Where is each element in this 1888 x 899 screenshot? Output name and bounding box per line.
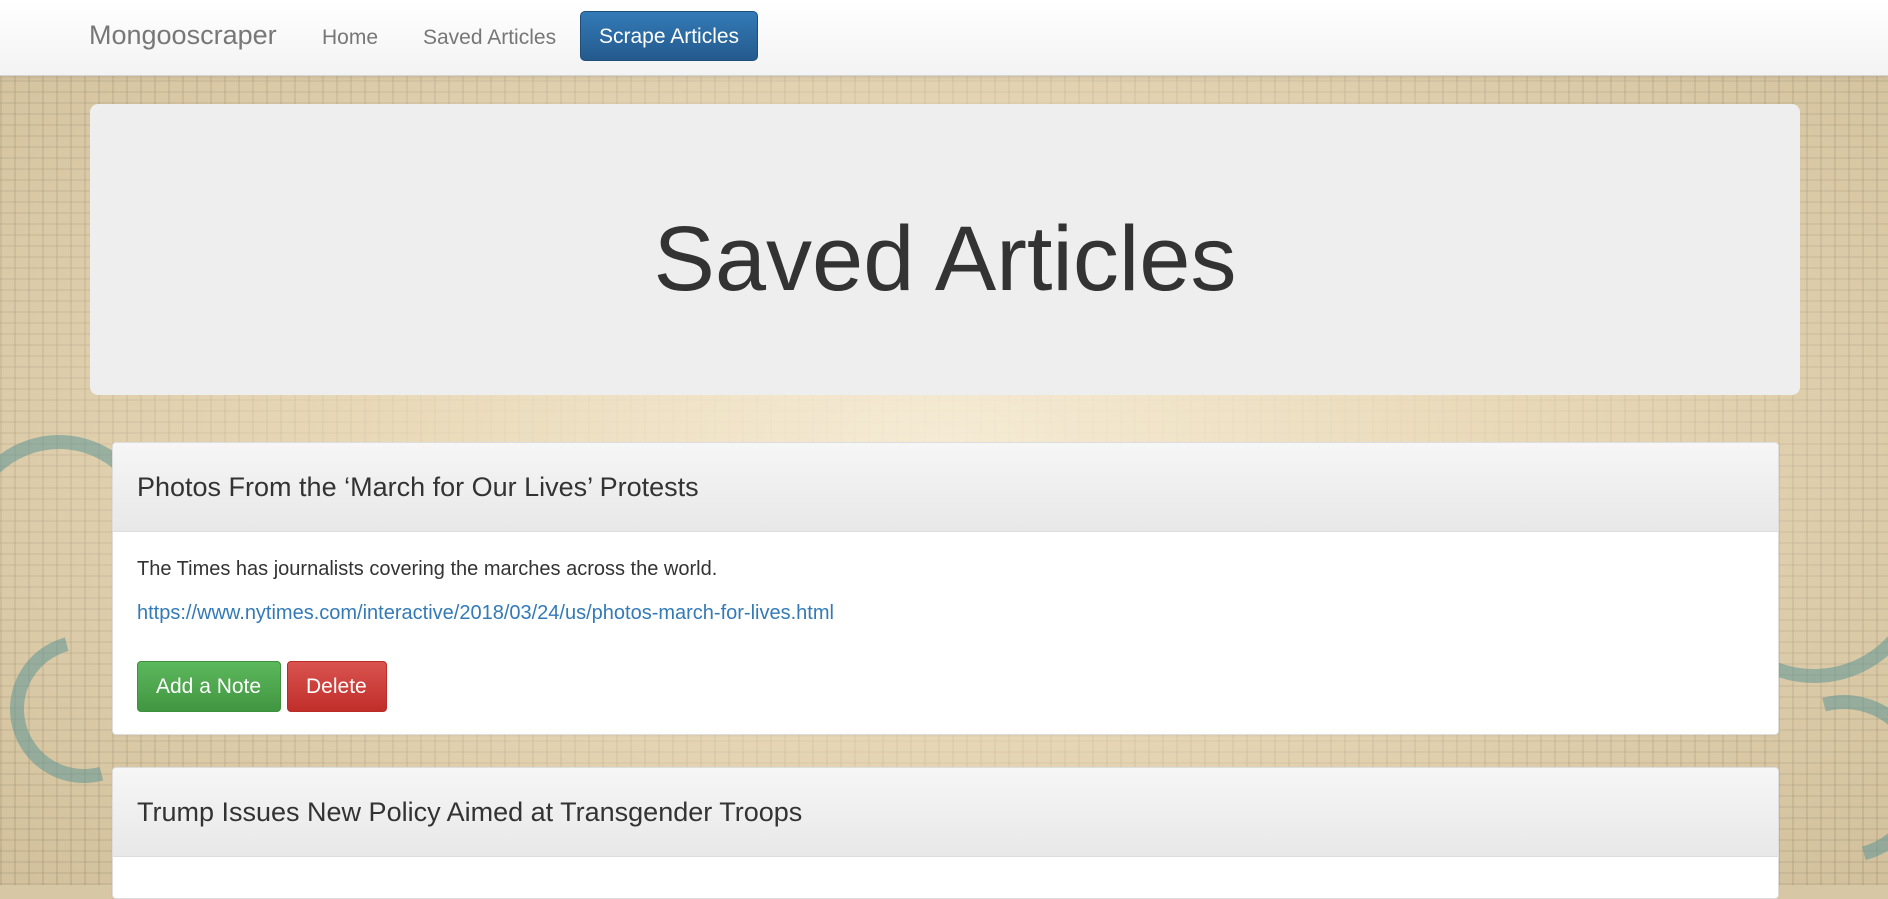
article-card: Photos From the ‘March for Our Lives’ Pr… <box>112 442 1779 735</box>
article-url-link[interactable]: https://www.nytimes.com/interactive/2018… <box>137 602 834 625</box>
nav-saved-articles-link[interactable]: Saved Articles <box>423 26 556 50</box>
add-note-button[interactable]: Add a Note <box>137 661 281 712</box>
article-summary: The Times has journalists covering the m… <box>137 558 718 580</box>
brand-link[interactable]: Mongooscraper <box>89 20 277 51</box>
top-navbar: Mongooscraper Home Saved Articles Scrape… <box>0 0 1888 76</box>
article-card-heading: Photos From the ‘March for Our Lives’ Pr… <box>113 443 1778 532</box>
article-title: Photos From the ‘March for Our Lives’ Pr… <box>137 471 699 502</box>
jumbotron: Saved Articles <box>90 104 1800 395</box>
scrape-articles-button[interactable]: Scrape Articles <box>580 11 759 61</box>
page-title: Saved Articles <box>653 208 1237 310</box>
delete-article-button[interactable]: Delete <box>287 661 387 712</box>
article-card: Trump Issues New Policy Aimed at Transge… <box>112 767 1779 899</box>
nav-home-link[interactable]: Home <box>322 26 378 50</box>
article-title: Trump Issues New Policy Aimed at Transge… <box>137 796 803 827</box>
article-card-heading: Trump Issues New Policy Aimed at Transge… <box>113 768 1778 857</box>
